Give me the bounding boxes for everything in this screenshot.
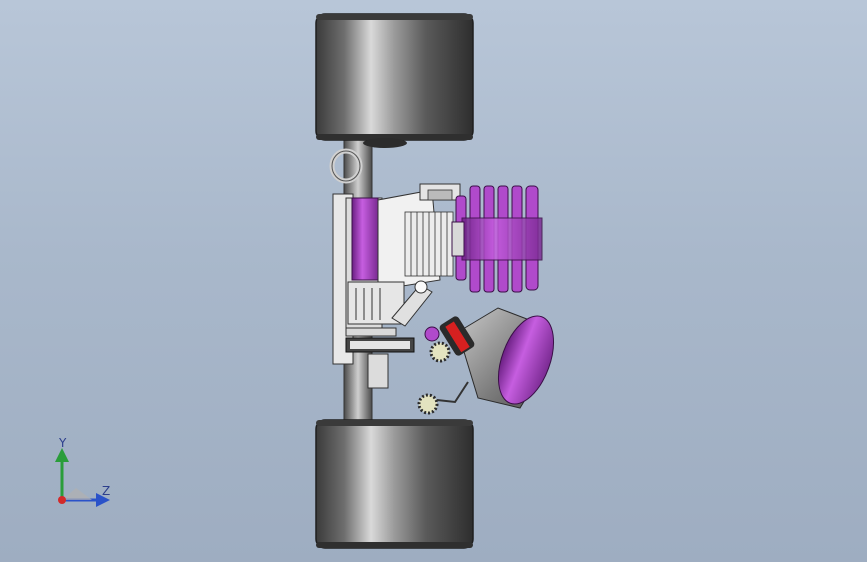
- triad-icon: [55, 448, 110, 507]
- engine-backplate[interactable]: [347, 280, 433, 327]
- cylinder-head-fins[interactable]: [451, 185, 543, 293]
- crankcase-purple-block[interactable]: [351, 197, 379, 281]
- fuel-tank[interactable]: [438, 307, 564, 411]
- carburetor[interactable]: [419, 183, 461, 201]
- y-axis-label: Y: [59, 436, 67, 450]
- bottom-wheel[interactable]: [315, 419, 474, 549]
- orientation-triad: Y Z: [40, 436, 130, 516]
- engine-assembly-model[interactable]: OS: [0, 0, 867, 562]
- cad-viewport[interactable]: OS: [0, 0, 867, 562]
- top-wheel[interactable]: [315, 13, 474, 148]
- z-axis-label: Z: [102, 484, 111, 498]
- engine-cooling-fins[interactable]: [404, 211, 454, 277]
